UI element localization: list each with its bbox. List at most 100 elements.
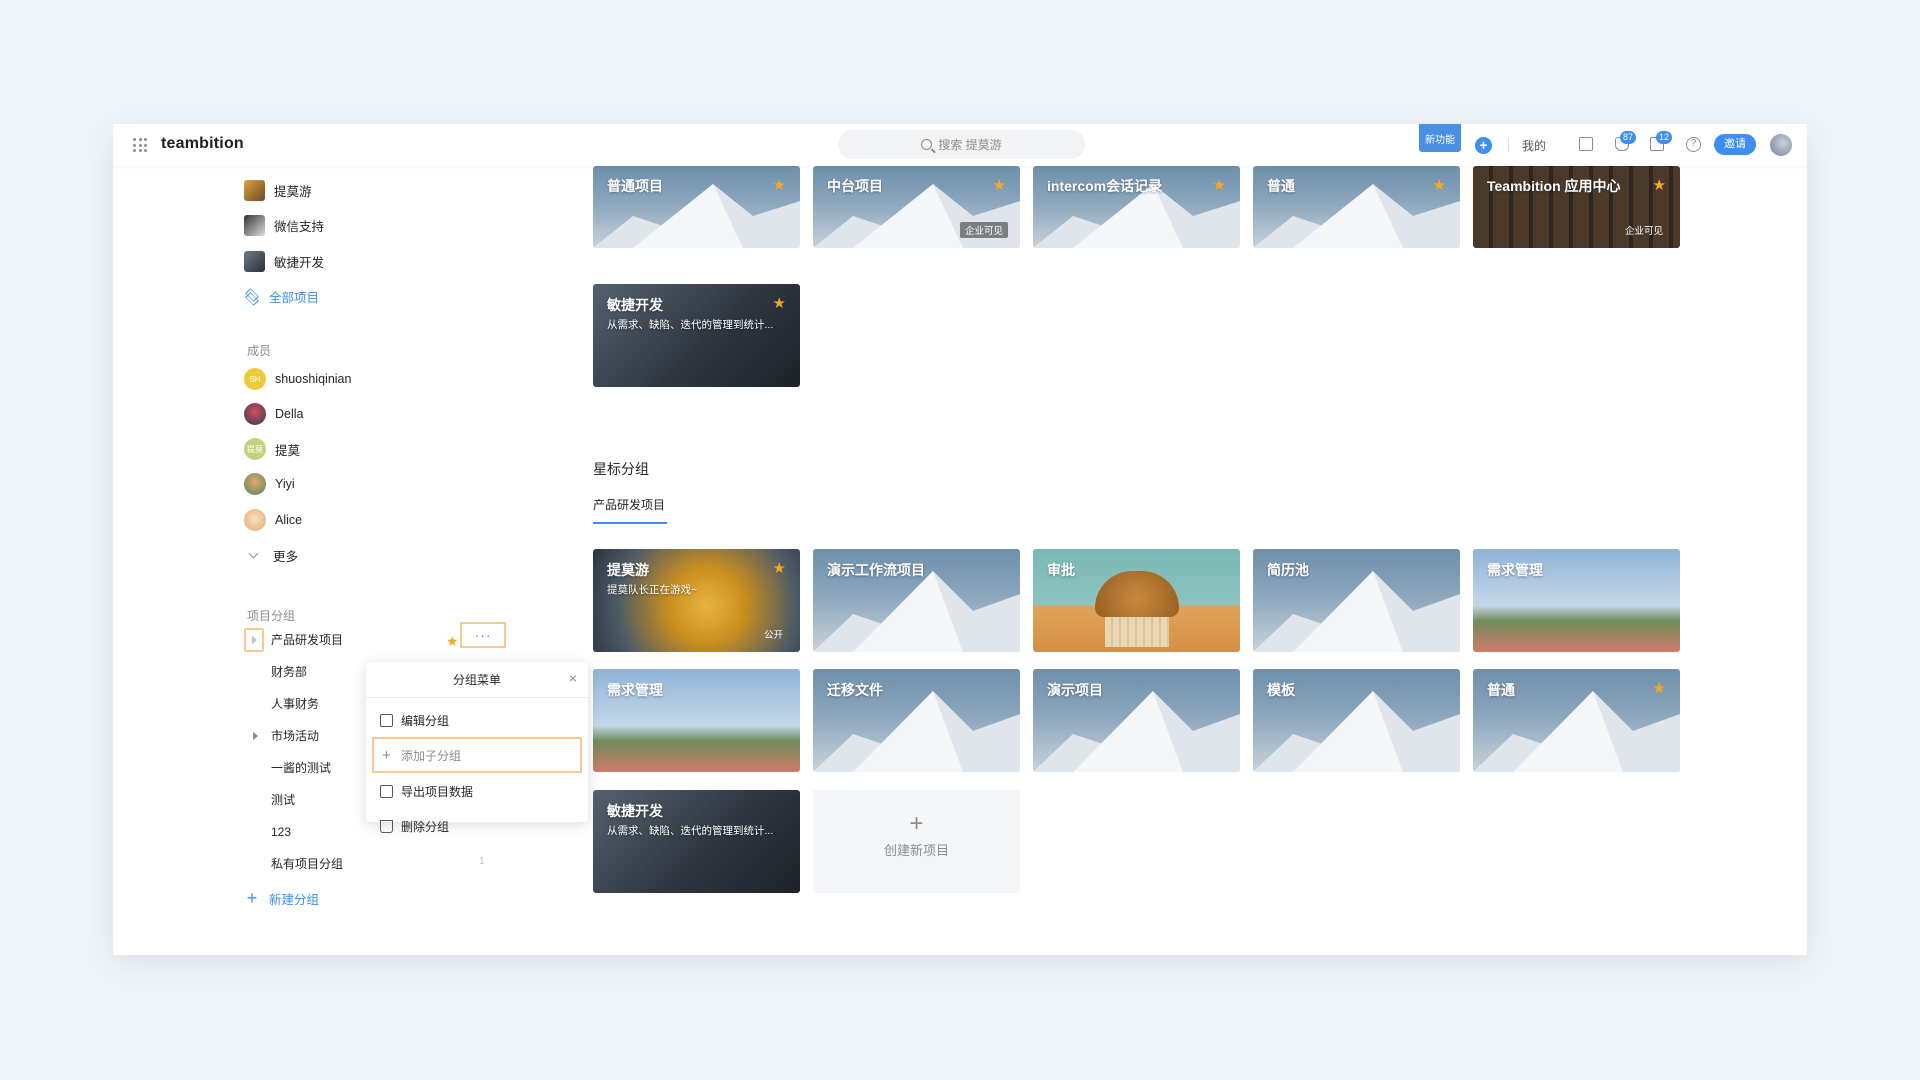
menu-item-edit-group[interactable]: 编辑分组	[372, 702, 582, 738]
all-projects-link[interactable]: 全部项目	[244, 284, 319, 308]
sidebar-project-agile[interactable]: 敏捷开发	[244, 249, 324, 273]
calendar-icon[interactable]	[1579, 137, 1593, 151]
member-name: Alice	[275, 513, 303, 527]
star-icon[interactable]: ★	[993, 176, 1006, 194]
star-icon[interactable]: ★	[1213, 176, 1226, 194]
project-description: 提莫队长正在游戏~	[607, 584, 698, 596]
project-card[interactable]: 需求管理	[1473, 549, 1680, 652]
add-icon[interactable]: +	[1475, 137, 1492, 154]
project-title: 提莫游	[607, 562, 649, 578]
edit-icon	[380, 713, 393, 727]
member-name: 提莫	[275, 443, 301, 458]
menu-item-label: 导出项目数据	[401, 784, 474, 799]
member-name: shuoshiqinian	[275, 372, 352, 386]
search-placeholder: 搜索 提莫游	[938, 138, 1002, 152]
star-icon[interactable]: ★	[1653, 679, 1666, 697]
project-card[interactable]: 需求管理	[593, 669, 800, 772]
group-item-product-rd[interactable]: 产品研发项目	[271, 630, 343, 650]
project-card[interactable]: 普通 ★	[1253, 166, 1460, 248]
trash-icon	[380, 819, 393, 833]
muffin-illustration	[1095, 571, 1179, 617]
project-card[interactable]: intercom会话记录 ★	[1033, 166, 1240, 248]
members-more-toggle[interactable]: 更多	[244, 543, 298, 567]
search-input[interactable]: 搜索 提莫游	[838, 130, 1085, 159]
star-icon[interactable]: ★	[773, 294, 786, 312]
create-project-button[interactable]: + 创建新项目	[813, 790, 1020, 893]
more-label: 更多	[273, 549, 299, 564]
avatar	[244, 509, 266, 531]
expand-arrow-icon[interactable]	[253, 732, 258, 740]
project-title: 需求管理	[1487, 562, 1543, 578]
group-item[interactable]: 人事财务	[271, 694, 319, 714]
star-icon[interactable]: ★	[773, 176, 786, 194]
project-card[interactable]: 迁移文件	[813, 669, 1020, 772]
project-groups-heading: 项目分组	[247, 609, 296, 623]
new-group-button[interactable]: + 新建分组	[244, 886, 319, 910]
apps-grid-icon[interactable]	[133, 138, 147, 152]
tab-product-rd[interactable]: 产品研发项目	[593, 496, 665, 521]
avatar	[244, 403, 266, 425]
project-card[interactable]: 敏捷开发 从需求、缺陷、迭代的管理到统计... ★	[593, 284, 800, 387]
project-card[interactable]: 普通项目 ★	[593, 166, 800, 248]
new-feature-badge[interactable]: 新功能	[1419, 124, 1461, 152]
member-name: Yiyi	[275, 477, 295, 491]
project-card[interactable]: 演示工作流项目	[813, 549, 1020, 652]
star-icon[interactable]: ★	[773, 559, 786, 577]
member-item[interactable]: Della	[244, 402, 304, 426]
chevron-down-icon	[248, 548, 259, 558]
group-item[interactable]: 一酱的测试	[271, 758, 331, 778]
star-icon[interactable]: ★	[1433, 176, 1446, 194]
member-item[interactable]: Alice	[244, 508, 302, 532]
expand-arrow-icon[interactable]	[252, 636, 257, 644]
project-card[interactable]: 简历池	[1253, 549, 1460, 652]
group-item[interactable]: 市场活动	[271, 726, 319, 746]
app-logo[interactable]: teambition	[161, 135, 244, 153]
project-title: 简历池	[1267, 562, 1309, 578]
project-card[interactable]: 审批	[1033, 549, 1240, 652]
group-more-button[interactable]: ···	[460, 622, 506, 648]
project-card[interactable]: 普通 ★	[1473, 669, 1680, 772]
project-title: 审批	[1047, 562, 1075, 578]
starred-groups-heading: 星标分组	[593, 461, 649, 477]
members-heading: 成员	[247, 344, 272, 358]
notification-count-badge: 87	[1620, 131, 1637, 144]
active-tab-indicator	[593, 522, 667, 524]
menu-item-export-data[interactable]: 导出项目数据	[372, 773, 582, 809]
member-item[interactable]: SH shuoshiqinian	[244, 367, 351, 391]
project-card[interactable]: 模板	[1253, 669, 1460, 772]
menu-item-add-subgroup[interactable]: + 添加子分组	[372, 737, 582, 773]
project-card[interactable]: 提莫游 提莫队长正在游戏~ ★ 公开	[593, 549, 800, 652]
group-item[interactable]: 财务部	[271, 662, 307, 682]
menu-item-label: 编辑分组	[401, 713, 450, 728]
member-item[interactable]: 提莫 提莫	[244, 437, 300, 461]
export-icon	[380, 784, 393, 798]
group-item[interactable]: 测试	[271, 790, 295, 810]
project-title: Teambition 应用中心	[1487, 178, 1621, 194]
project-title: 敏捷开发	[607, 297, 663, 313]
project-card[interactable]: 中台项目 ★ 企业可见	[813, 166, 1020, 248]
help-icon[interactable]: ?	[1686, 137, 1701, 152]
group-item[interactable]: 私有项目分组	[271, 854, 343, 874]
menu-item-label: 删除分组	[401, 819, 450, 834]
invite-button[interactable]: 邀请	[1714, 134, 1756, 155]
menu-item-delete-group[interactable]: 删除分组	[372, 808, 582, 844]
project-card[interactable]: Teambition 应用中心 ★ 企业可见	[1473, 166, 1680, 248]
member-name: Della	[275, 407, 304, 421]
mine-link[interactable]: 我的	[1522, 137, 1546, 154]
project-name: 微信支持	[274, 219, 325, 234]
all-projects-label: 全部项目	[269, 290, 320, 305]
group-item[interactable]: 123	[271, 822, 291, 842]
menu-item-label: 添加子分组	[401, 748, 462, 763]
search-icon	[921, 139, 933, 150]
close-icon[interactable]: ×	[566, 671, 580, 685]
sidebar-project-timoyou[interactable]: 提莫游	[244, 178, 312, 202]
member-item[interactable]: Yiyi	[244, 472, 295, 496]
project-card[interactable]: 敏捷开发 从需求、缺陷、迭代的管理到统计...	[593, 790, 800, 893]
user-avatar[interactable]	[1770, 134, 1792, 156]
avatar	[244, 473, 266, 495]
sidebar-project-wechat-support[interactable]: 微信支持	[244, 213, 324, 237]
project-card[interactable]: 演示项目	[1033, 669, 1240, 772]
star-icon[interactable]: ★	[446, 634, 459, 648]
star-icon[interactable]: ★	[1653, 176, 1666, 194]
create-project-label: 创建新项目	[883, 843, 949, 858]
